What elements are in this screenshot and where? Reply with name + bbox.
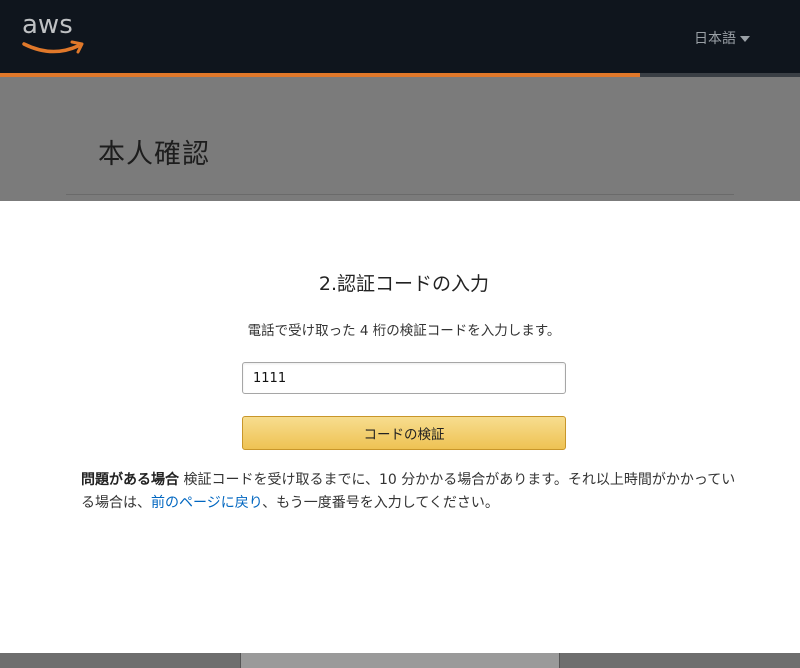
help-text-part-2: 、もう一度番号を入力してください。 <box>262 495 499 511</box>
caret-down-icon <box>740 36 750 42</box>
modal-heading: 2.認証コードの入力 <box>318 273 490 295</box>
page-title: 本人確認 <box>98 139 210 170</box>
verification-modal: 2.認証コードの入力 電話で受け取った 4 桁の検証コードを入力します。 コード… <box>0 201 800 653</box>
aws-smile-icon <box>22 40 84 54</box>
language-label: 日本語 <box>694 31 736 47</box>
divider <box>66 194 734 195</box>
help-text: 問題がある場合 検証コードを受け取るまでに、10 分かかる場合があります。それ以… <box>81 469 741 515</box>
top-navigation-bar: aws 日本語 <box>0 0 800 73</box>
back-to-previous-page-link[interactable]: 前のページに戻り <box>151 495 262 511</box>
verification-code-input[interactable] <box>242 362 566 394</box>
verify-code-button[interactable]: コードの検証 <box>242 416 566 450</box>
language-selector[interactable]: 日本語 <box>694 28 750 48</box>
aws-logo[interactable]: aws <box>22 10 86 60</box>
help-label: 問題がある場合 <box>81 472 179 488</box>
background-card <box>240 653 560 668</box>
modal-description: 電話で受け取った 4 桁の検証コードを入力します。 <box>247 323 561 339</box>
aws-logo-text: aws <box>22 10 73 40</box>
